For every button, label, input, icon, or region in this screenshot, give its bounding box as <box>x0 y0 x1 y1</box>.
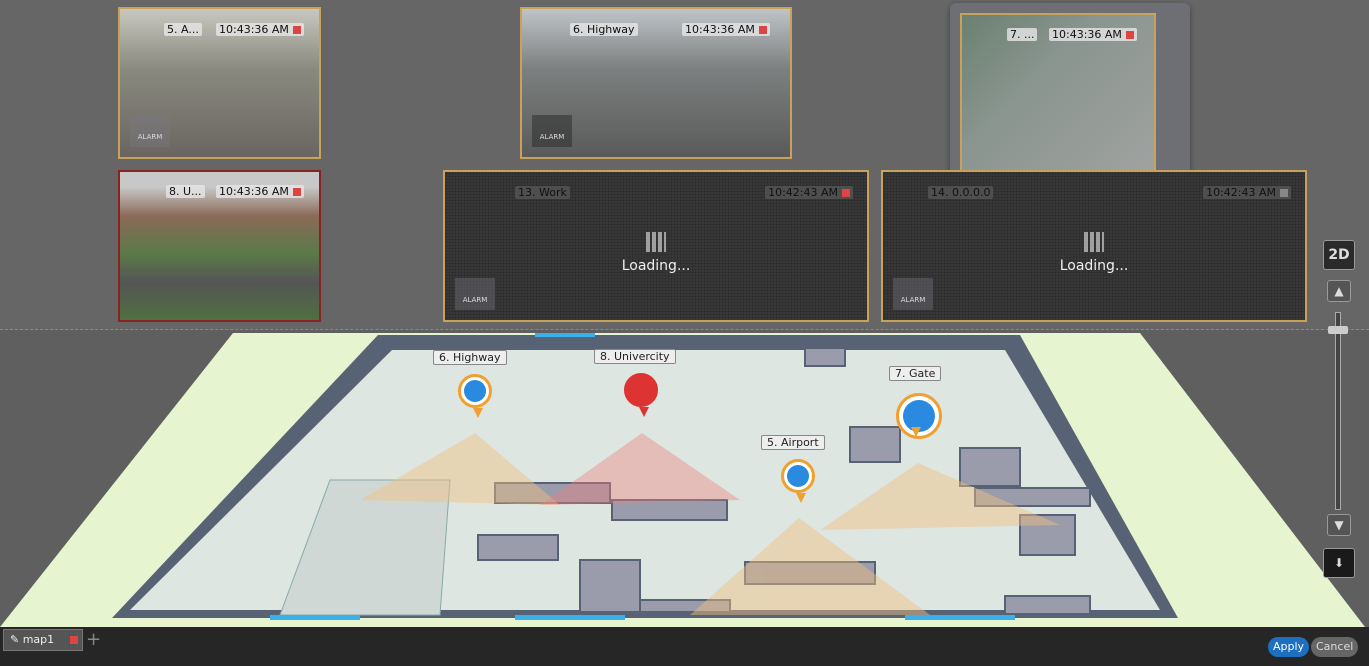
zoom-slider[interactable] <box>1335 312 1341 510</box>
camera-tile-work[interactable]: 13. Work 10:42:43 AM Loading... ALARM <box>443 170 869 322</box>
camera-icon <box>464 380 486 402</box>
map-camera-pin-airport[interactable] <box>781 459 815 503</box>
camera-time: 10:42:43 AM <box>1203 186 1291 199</box>
zoom-down-button[interactable]: ▼ <box>1327 514 1351 536</box>
camera-tile-14[interactable]: 14. 0.0.0.0 10:42:43 AM Loading... ALARM <box>881 170 1307 322</box>
2d-toggle-button[interactable]: 2D <box>1323 240 1355 270</box>
camera-tile-univercity[interactable]: 8. U... 10:43:36 AM <box>118 170 321 322</box>
add-tab-button[interactable]: + <box>86 629 101 650</box>
alarm-button[interactable]: ALARM <box>130 115 170 147</box>
zoom-up-button[interactable]: ▲ <box>1327 280 1351 302</box>
camera-tile-highway[interactable]: 6. Highway 10:43:36 AM ALARM <box>520 7 792 159</box>
map-tab-label: map1 <box>22 633 55 646</box>
map-camera-pin-gate[interactable] <box>896 393 942 439</box>
camera-time: 10:43:36 AM <box>682 23 770 36</box>
loading-indicator: Loading... <box>883 232 1305 274</box>
cancel-button[interactable]: Cancel <box>1311 637 1359 657</box>
loading-indicator: Loading... <box>445 232 867 274</box>
map-camera-pin-univercity[interactable] <box>624 373 658 417</box>
apply-button[interactable]: Apply <box>1268 637 1310 657</box>
camera-icon <box>630 379 652 401</box>
map-camera-label: 6. Highway <box>433 350 507 365</box>
map-3d-floor[interactable] <box>0 330 1369 627</box>
camera-time: 10:43:36 AM <box>216 185 304 198</box>
map-tab[interactable]: ✎ map1 <box>3 629 83 651</box>
camera-name: 5. A... <box>164 23 202 36</box>
bottom-bar: ✎ map1 + Apply Cancel <box>0 627 1369 666</box>
video-panel: 5. A... 10:43:36 AM ALARM 6. Highway 10:… <box>0 0 1369 330</box>
download-button[interactable]: ⬇ <box>1323 548 1355 578</box>
camera-icon <box>787 465 809 487</box>
alarm-button[interactable]: ALARM <box>455 278 495 310</box>
zoom-slider-handle[interactable] <box>1328 326 1348 334</box>
camera-tile-gate[interactable]: 7. ... 10:43:36 AM <box>960 13 1156 173</box>
close-tab-icon[interactable] <box>70 636 78 644</box>
edit-icon: ✎ <box>10 633 20 646</box>
camera-time: 10:42:43 AM <box>765 186 853 199</box>
map-camera-pin-highway[interactable] <box>458 374 492 418</box>
camera-time: 10:43:36 AM <box>1049 28 1137 41</box>
camera-time: 10:43:36 AM <box>216 23 304 36</box>
loading-icon <box>646 232 666 252</box>
camera-name: 14. 0.0.0.0 <box>928 186 994 199</box>
loading-icon <box>1084 232 1104 252</box>
alarm-button[interactable]: ALARM <box>532 115 572 147</box>
camera-icon <box>903 400 935 432</box>
camera-name: 7. ... <box>1007 28 1038 41</box>
alarm-button[interactable]: ALARM <box>893 278 933 310</box>
map-camera-label: 8. Univercity <box>594 349 676 364</box>
camera-name: 13. Work <box>515 186 570 199</box>
camera-popup: 7. ... 10:43:36 AM <box>950 3 1190 183</box>
camera-name: 6. Highway <box>570 23 638 36</box>
map-camera-label: 5. Airport <box>761 435 825 450</box>
map-camera-label: 7. Gate <box>889 366 942 381</box>
camera-name: 8. U... <box>166 185 205 198</box>
camera-tile-airport[interactable]: 5. A... 10:43:36 AM ALARM <box>118 7 321 159</box>
